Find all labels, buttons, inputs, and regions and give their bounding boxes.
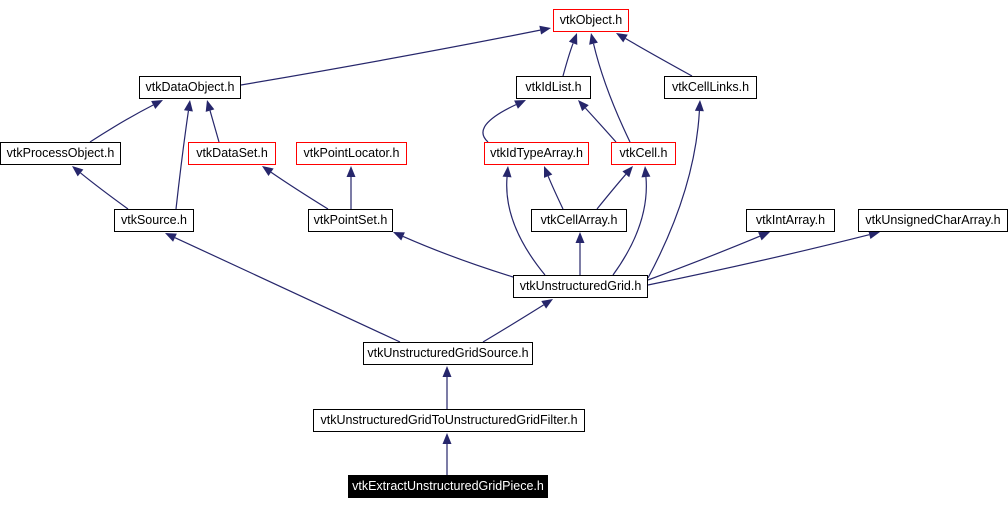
graph-node-label: vtkIdList.h — [525, 80, 582, 95]
edge-vtkUnstructuredGridSource-to-vtkSource — [174, 237, 401, 343]
graph-node-label: vtkIdTypeArray.h — [490, 146, 583, 161]
graph-node-label: vtkUnstructuredGridToUnstructuredGridFil… — [320, 413, 578, 428]
arrowhead-vtkCellArray-to-vtkIdTypeArray — [544, 166, 553, 178]
edge-vtkSource-to-vtkProcessObject — [80, 172, 129, 210]
arrowhead-vtkCellLinks-to-vtkObject — [616, 33, 628, 43]
arrowhead-vtkIdTypeArray-to-vtkIdList — [514, 100, 526, 109]
graph-node-vtkExtractUnstructuredGridPiece: vtkExtractUnstructuredGridPiece.h — [348, 475, 548, 498]
edge-vtkProcessObject-to-vtkDataObject — [89, 104, 154, 143]
graph-node-vtkSource[interactable]: vtkSource.h — [114, 209, 194, 232]
graph-node-vtkProcessObject[interactable]: vtkProcessObject.h — [0, 142, 121, 165]
graph-node-vtkPointSet[interactable]: vtkPointSet.h — [308, 209, 393, 232]
graph-node-label: vtkProcessObject.h — [6, 146, 115, 161]
arrowhead-vtkPointSet-to-vtkPointLocator — [346, 166, 356, 177]
graph-node-vtkUnstructuredGridSource[interactable]: vtkUnstructuredGridSource.h — [363, 342, 533, 365]
arrowhead-vtkUnstructuredGrid-to-vtkIntArray — [758, 232, 770, 241]
arrowhead-vtkExtractUnstructuredGridPiece-to-vtkUnstructuredGridToUnstructuredGridFilter — [442, 433, 452, 444]
graph-node-label: vtkUnsignedCharArray.h — [865, 213, 1001, 228]
edge-vtkCellArray-to-vtkIdTypeArray — [547, 175, 564, 210]
graph-node-vtkCellLinks[interactable]: vtkCellLinks.h — [664, 76, 757, 99]
edge-vtkUnstructuredGridSource-to-vtkUnstructuredGrid — [482, 304, 545, 343]
graph-node-vtkUnstructuredGrid[interactable]: vtkUnstructuredGrid.h — [513, 275, 648, 298]
edge-vtkDataSet-to-vtkDataObject — [209, 110, 220, 143]
graph-node-label: vtkSource.h — [120, 213, 187, 228]
edge-vtkCell-to-vtkObject — [592, 43, 631, 143]
arrowhead-vtkIdList-to-vtkObject — [568, 33, 578, 45]
graph-node-label: vtkPointLocator.h — [303, 146, 400, 161]
arrowhead-vtkUnstructuredGrid-to-vtkPointSet — [393, 232, 405, 241]
graph-node-vtkUnstructuredGridToUnstructuredGridFilter[interactable]: vtkUnstructuredGridToUnstructuredGridFil… — [313, 409, 585, 432]
edge-vtkIdList-to-vtkObject — [562, 43, 574, 77]
edge-vtkCell-to-vtkIdList — [584, 107, 617, 143]
graph-node-vtkIntArray[interactable]: vtkIntArray.h — [746, 209, 835, 232]
arrowhead-vtkDataObject-to-vtkObject — [539, 25, 551, 35]
graph-node-vtkCell[interactable]: vtkCell.h — [611, 142, 676, 165]
arrowhead-vtkDataSet-to-vtkDataObject — [205, 100, 215, 112]
edge-vtkIdTypeArray-to-vtkIdList — [482, 104, 517, 143]
graph-node-label: vtkCellLinks.h — [671, 80, 750, 95]
graph-node-vtkPointLocator[interactable]: vtkPointLocator.h — [296, 142, 407, 165]
arrowhead-vtkSource-to-vtkProcessObject — [72, 166, 84, 177]
edge-vtkUnstructuredGrid-to-vtkCellLinks — [647, 110, 700, 279]
graph-node-label: vtkObject.h — [559, 13, 623, 28]
edge-vtkPointSet-to-vtkDataSet — [270, 171, 329, 210]
graph-node-vtkDataSet[interactable]: vtkDataSet.h — [188, 142, 276, 165]
arrowhead-vtkCell-to-vtkObject — [589, 33, 598, 45]
graph-node-label: vtkUnstructuredGrid.h — [519, 279, 642, 294]
graph-node-label: vtkCellArray.h — [540, 213, 618, 228]
graph-node-label: vtkIntArray.h — [755, 213, 826, 228]
edge-vtkSource-to-vtkDataObject — [175, 110, 190, 210]
arrowhead-vtkPointSet-to-vtkDataSet — [262, 166, 274, 176]
graph-node-vtkUnsignedCharArray[interactable]: vtkUnsignedCharArray.h — [858, 209, 1008, 232]
graph-node-vtkCellArray[interactable]: vtkCellArray.h — [531, 209, 627, 232]
graph-node-label: vtkDataObject.h — [145, 80, 235, 95]
graph-node-vtkIdTypeArray[interactable]: vtkIdTypeArray.h — [484, 142, 589, 165]
graph-node-label: vtkDataSet.h — [196, 146, 268, 161]
arrowhead-vtkUnstructuredGrid-to-vtkCellArray — [575, 232, 585, 243]
edge-vtkDataObject-to-vtkObject — [240, 29, 541, 86]
arrowhead-vtkSource-to-vtkDataObject — [183, 100, 193, 112]
edge-vtkUnstructuredGrid-to-vtkPointSet — [402, 235, 514, 278]
arrowhead-vtkUnstructuredGridSource-to-vtkSource — [165, 233, 177, 242]
graph-node-label: vtkCell.h — [619, 146, 668, 161]
arrowhead-vtkUnstructuredGrid-to-vtkCell — [641, 166, 651, 178]
graph-node-label: vtkPointSet.h — [313, 213, 388, 228]
graph-node-vtkDataObject[interactable]: vtkDataObject.h — [139, 76, 241, 99]
graph-node-vtkObject[interactable]: vtkObject.h — [553, 9, 629, 32]
edge-vtkCellLinks-to-vtkObject — [625, 38, 693, 77]
arrowhead-vtkUnstructuredGridSource-to-vtkUnstructuredGrid — [541, 299, 553, 309]
arrowhead-vtkUnstructuredGrid-to-vtkIdTypeArray — [502, 166, 512, 178]
include-dependency-graph: vtkObject.h vtkDataObject.h vtkIdList.h vtk… — [0, 0, 1008, 509]
arrowhead-vtkUnstructuredGridToUnstructuredGridFilter-to-vtkUnstructuredGridSource — [442, 366, 452, 377]
graph-node-label: vtkExtractUnstructuredGridPiece.h — [352, 479, 544, 494]
edge-vtkUnstructuredGrid-to-vtkUnsignedCharArray — [647, 234, 870, 286]
graph-node-vtkIdList[interactable]: vtkIdList.h — [516, 76, 591, 99]
arrowhead-vtkUnstructuredGrid-to-vtkCellLinks — [694, 100, 704, 112]
graph-node-label: vtkUnstructuredGridSource.h — [367, 346, 529, 361]
edge-vtkCellArray-to-vtkCell — [596, 173, 627, 210]
